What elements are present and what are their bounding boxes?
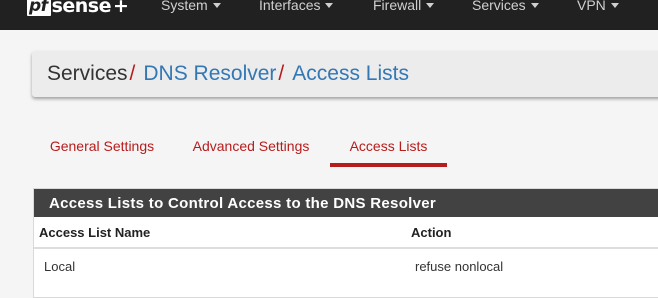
logo-pf: pf: [27, 0, 51, 16]
column-header-access-list-name: Access List Name: [39, 224, 151, 240]
access-lists-panel: Access Lists to Control Access to the DN…: [33, 188, 658, 298]
pfsense-logo[interactable]: pf sense +: [27, 0, 129, 17]
caret-down-icon: [325, 2, 334, 8]
nav-menu-interfaces[interactable]: Interfaces: [259, 0, 334, 13]
breadcrumb-link-dns-resolver[interactable]: DNS Resolver: [143, 62, 276, 86]
caret-down-icon: [426, 2, 435, 8]
column-header-action: Action: [411, 224, 452, 240]
breadcrumb-link-access-lists[interactable]: Access Lists: [292, 62, 409, 86]
cell-access-list-name: Local: [44, 258, 76, 274]
breadcrumb-separator: /: [129, 62, 136, 85]
table-header-row: Access List Name Action: [34, 217, 658, 249]
nav-menu-services-label: Services: [472, 0, 526, 13]
nav-menu-interfaces-label: Interfaces: [259, 0, 321, 13]
logo-plus: +: [113, 0, 129, 17]
nav-menu-system[interactable]: System: [161, 0, 221, 13]
tab-advanced-settings[interactable]: Advanced Settings: [180, 125, 322, 167]
top-navbar: pf sense + System Interfaces Firewall Se…: [0, 0, 658, 30]
nav-menu-firewall[interactable]: Firewall: [373, 0, 435, 13]
nav-menu-services[interactable]: Services: [472, 0, 539, 13]
breadcrumb-root: Services: [47, 62, 128, 85]
logo-sense: sense: [51, 0, 112, 17]
table-row[interactable]: Local refuse nonlocal: [34, 249, 658, 283]
tab-general-settings[interactable]: General Settings: [32, 125, 172, 167]
nav-menu-system-label: System: [161, 0, 208, 13]
panel-title: Access Lists to Control Access to the DN…: [34, 189, 658, 217]
nav-menu-vpn[interactable]: VPN: [577, 0, 619, 13]
nav-menu-vpn-label: VPN: [577, 0, 606, 13]
cell-action: refuse nonlocal: [415, 258, 504, 274]
breadcrumb-separator: /: [278, 62, 285, 85]
settings-tabs: General Settings Advanced Settings Acces…: [32, 125, 658, 167]
tab-access-lists[interactable]: Access Lists: [330, 125, 447, 167]
caret-down-icon: [212, 2, 221, 8]
caret-down-icon: [530, 2, 539, 8]
breadcrumb: Services / DNS Resolver / Access Lists: [32, 51, 658, 97]
nav-menu-firewall-label: Firewall: [373, 0, 422, 13]
caret-down-icon: [610, 2, 619, 8]
